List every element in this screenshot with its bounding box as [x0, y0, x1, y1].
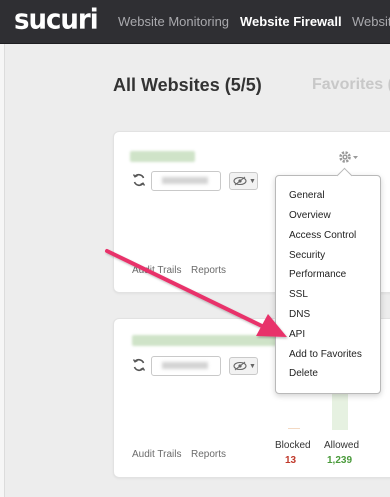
audit-trails-link[interactable]: Audit Trails — [132, 449, 181, 460]
visibility-toggle[interactable]: ▼ — [229, 357, 258, 375]
caret-down-icon: ▼ — [249, 178, 256, 185]
site-name-redacted[interactable] — [132, 335, 280, 346]
sucuri-logo[interactable]: sucuri — [14, 4, 99, 36]
ip-address-field[interactable] — [151, 356, 221, 376]
blocked-bar — [288, 428, 300, 429]
eye-slash-icon — [233, 361, 247, 371]
refresh-icon[interactable] — [132, 358, 146, 372]
caret-down-icon: ▼ — [249, 363, 256, 370]
blocked-label: Blocked — [275, 440, 311, 451]
allowed-label: Allowed — [324, 440, 360, 451]
menu-item-api[interactable]: API — [289, 329, 305, 340]
menu-item-performance[interactable]: Performance — [289, 269, 346, 280]
ip-redacted — [162, 177, 208, 184]
page-title: All Websites (5/5) — [113, 75, 262, 95]
eye-slash-icon — [233, 176, 247, 186]
menu-item-delete[interactable]: Delete — [289, 368, 318, 379]
ip-redacted — [162, 362, 208, 369]
gear-icon[interactable] — [338, 150, 360, 164]
nav-websites-overflow[interactable]: Websit — [352, 14, 390, 29]
menu-item-add-to-favorites[interactable]: Add to Favorites — [289, 349, 362, 360]
top-nav: sucuri Website Monitoring Website Firewa… — [0, 0, 390, 44]
nav-website-firewall[interactable]: Website Firewall — [240, 14, 342, 29]
ip-address-field[interactable] — [151, 171, 221, 191]
reports-link[interactable]: Reports — [191, 449, 226, 460]
menu-item-general[interactable]: General — [289, 190, 325, 201]
refresh-icon[interactable] — [132, 173, 146, 187]
favorites-tab[interactable]: Favorites (0 — [312, 76, 390, 94]
menu-item-access-control[interactable]: Access Control — [289, 230, 356, 241]
nav-website-monitoring[interactable]: Website Monitoring — [118, 14, 229, 29]
audit-trails-link[interactable]: Audit Trails — [132, 265, 181, 276]
menu-item-overview[interactable]: Overview — [289, 210, 331, 221]
blocked-count: 13 — [285, 455, 297, 466]
menu-item-ssl[interactable]: SSL — [289, 289, 308, 300]
left-panel-edge — [0, 44, 5, 497]
menu-item-security[interactable]: Security — [289, 250, 325, 261]
visibility-toggle[interactable]: ▼ — [229, 172, 258, 190]
allowed-count: 1,239 — [327, 455, 353, 466]
site-settings-dropdown — [275, 175, 381, 394]
site-name-redacted[interactable] — [130, 151, 195, 162]
menu-item-dns[interactable]: DNS — [289, 309, 310, 320]
caret-down-icon — [353, 156, 358, 159]
reports-link[interactable]: Reports — [191, 265, 226, 276]
